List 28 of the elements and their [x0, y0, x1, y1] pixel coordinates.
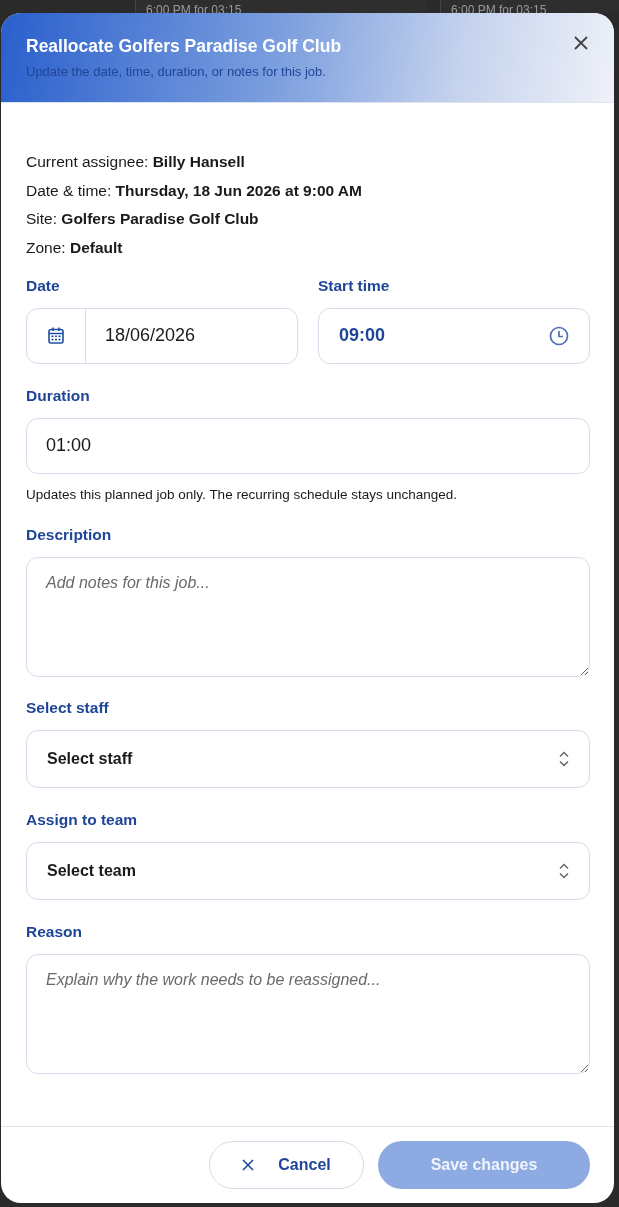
description-field[interactable]: Add notes for this job... [26, 556, 590, 677]
field-label: Select staff [26, 698, 110, 717]
cancel-button[interactable]: Cancel [209, 1141, 364, 1189]
close-icon [242, 1159, 255, 1171]
clock-icon [549, 325, 569, 346]
chevron-updown-icon [559, 750, 569, 767]
chevron-updown-icon [559, 862, 569, 879]
team-select[interactable]: Select team [26, 841, 590, 900]
field-label: Description [26, 525, 113, 544]
duration-field[interactable]: 01:00 [26, 417, 590, 474]
dialog-title: Reallocate Golfers Paradise Golf Club [26, 36, 342, 57]
close-icon[interactable] [574, 36, 588, 50]
field-label: Assign to team [26, 810, 139, 829]
detail-line: Date & time: Thursday, 18 Jun 2026 at 9:00 AM [26, 180, 363, 201]
field-label: Duration [26, 386, 91, 405]
reason-field[interactable]: Explain why the work needs to be reassigned... [26, 953, 590, 1074]
detail-line: Current assignee: Billy Hansell [26, 152, 246, 172]
field-hint: Updates this planned job only. The recurring schedule stays unchanged. [26, 486, 459, 502]
detail-line: Zone: Default [26, 238, 124, 259]
staff-select[interactable]: Select staff [26, 729, 590, 788]
detail-line: Site: Golfers Paradise Golf Club [26, 209, 260, 230]
field-label: Reason [26, 922, 83, 941]
date-field[interactable]: 18/06/2026 [26, 307, 298, 364]
time-field[interactable]: 09:00 [318, 307, 590, 364]
field-label: Date [26, 276, 61, 295]
field-label: Start time [318, 276, 391, 295]
calendar-icon [48, 327, 64, 345]
dialog-subtitle: Update the date, time, duration, or notes for this job. [26, 64, 327, 79]
